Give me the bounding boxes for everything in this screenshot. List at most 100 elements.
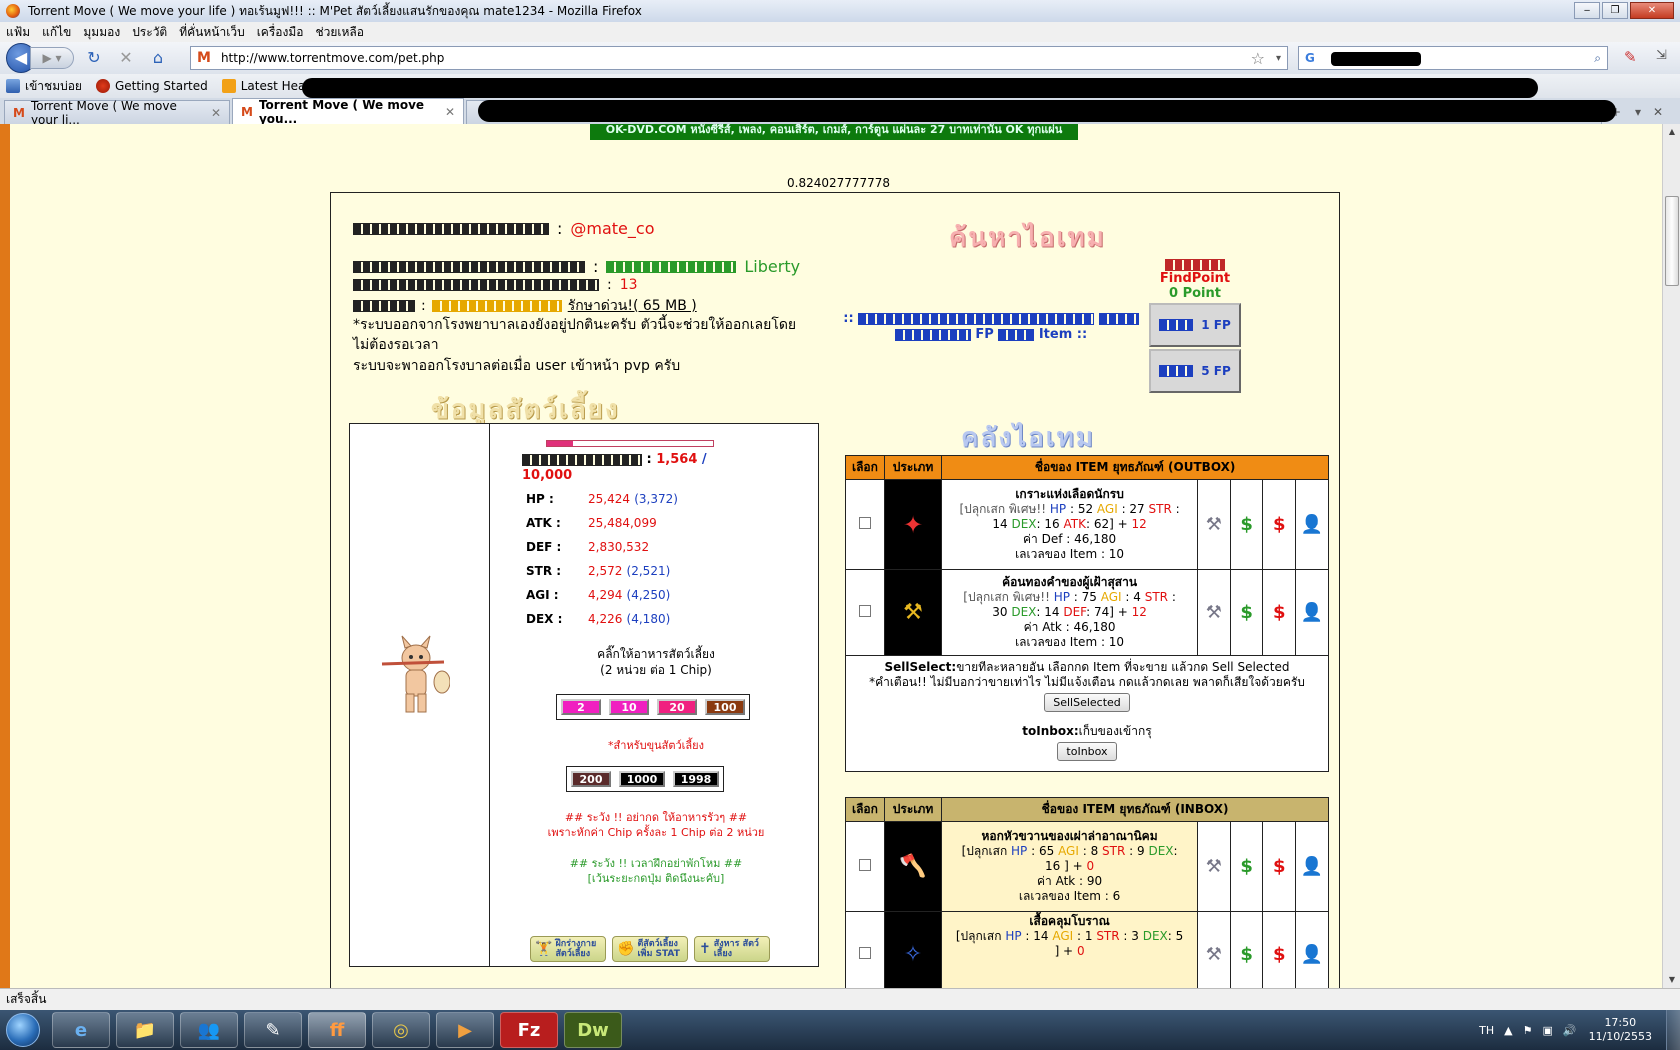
menu-help[interactable]: ช่วยเหลือ	[315, 23, 364, 42]
find-5fp-button[interactable]: 5 FP	[1149, 349, 1241, 393]
feed-1000-button[interactable]: 1000	[619, 771, 665, 787]
clock[interactable]: 17:50 11/10/2553	[1589, 1016, 1652, 1044]
tray-expand-icon[interactable]: ▲	[1504, 1024, 1512, 1037]
menu-view[interactable]: มุมมอง	[83, 23, 120, 42]
minimize-button[interactable]: ‒	[1574, 2, 1600, 19]
user-icon[interactable]: 👤	[1297, 856, 1327, 877]
user-icon[interactable]: 👤	[1297, 514, 1327, 535]
menu-tools[interactable]: เครื่องมือ	[257, 23, 304, 42]
item-checkbox[interactable]	[858, 947, 871, 959]
ad-banner[interactable]: OK-DVD.COM หนังซีรีส์, เพลง, คอนเสิร์ต, …	[590, 124, 1078, 140]
start-button[interactable]	[0, 1010, 46, 1050]
bookmark-getting-started[interactable]: Getting Started	[95, 79, 208, 93]
close-window-button[interactable]: ✕	[1630, 2, 1674, 19]
table-row: 🪓 หอกหัวขวานของเผ่าล่าอาณานิคม [ปลุกเสก …	[845, 821, 1329, 912]
care-link[interactable]: รักษาด่วน!( 65 MB )	[568, 295, 697, 317]
upgrade-icon[interactable]: ⚒	[1199, 856, 1229, 877]
sell-green-icon[interactable]: $	[1232, 602, 1262, 623]
upgrade-icon[interactable]: ⚒	[1199, 514, 1229, 535]
show-desktop-button[interactable]	[1666, 1010, 1680, 1050]
action-center-flag-icon[interactable]: ⚑	[1523, 1024, 1533, 1037]
feed-100-button[interactable]: 100	[705, 699, 745, 715]
item-checkbox[interactable]	[858, 859, 871, 871]
sell-red-icon[interactable]: $	[1264, 944, 1294, 965]
google-icon[interactable]: G	[1305, 51, 1315, 65]
sell-red-icon[interactable]: $	[1264, 856, 1294, 877]
redacted-search-text	[1331, 52, 1421, 66]
item-stat-val: : 27	[1117, 502, 1149, 516]
feed-20-button[interactable]: 20	[657, 699, 697, 715]
kill-pet-button[interactable]: ✝ สังหาร สัตว์เลี้ยง	[694, 936, 770, 962]
to-inbox-button[interactable]: toInbox	[1057, 742, 1117, 761]
menu-edit[interactable]: แก้ไข	[42, 23, 71, 42]
tab-close-icon[interactable]: ✕	[445, 105, 455, 119]
tab-torrentmove-1[interactable]: M Torrent Move ( We move your li... ✕	[4, 99, 230, 127]
sell-green-icon[interactable]: $	[1232, 944, 1262, 965]
sell-green-icon[interactable]: $	[1232, 856, 1262, 877]
item-checkbox[interactable]	[858, 517, 871, 529]
tab-list-button[interactable]: ▾	[1628, 100, 1648, 124]
feed-2-button[interactable]: 2	[561, 699, 601, 715]
vertical-scrollbar[interactable]: ▲ ▼	[1662, 124, 1680, 988]
item-checkbox[interactable]	[858, 605, 871, 617]
tab-close-icon[interactable]: ✕	[211, 106, 221, 120]
find-1fp-button[interactable]: 1 FP	[1149, 303, 1241, 347]
window-titlebar: Torrent Move ( We move your life ) ทอเร้…	[0, 0, 1680, 22]
menu-bookmarks[interactable]: ที่คั่นหน้าเว็บ	[179, 23, 244, 42]
feed-200-button[interactable]: 200	[571, 771, 611, 787]
notepad-taskbar-icon[interactable]: ✎	[244, 1012, 302, 1048]
url-dropdown-icon[interactable]: ▾	[1276, 53, 1281, 64]
messenger-taskbar-icon[interactable]: 👥	[180, 1012, 238, 1048]
menu-history[interactable]: ประวัติ	[132, 23, 167, 42]
reload-icon[interactable]: ↻	[82, 46, 106, 70]
warning-line-3: ## ระวัง !! เวลาฝึกอย่าพักโหม ##	[569, 857, 743, 870]
url-bar[interactable]: M http://www.torrentmove.com/pet.php ☆ ▾	[190, 46, 1288, 70]
explorer-taskbar-icon[interactable]: 📁	[116, 1012, 174, 1048]
feed-10-button[interactable]: 10	[609, 699, 649, 715]
addon-icon[interactable]: ✎	[1624, 48, 1637, 66]
bookmark-star-icon[interactable]: ☆	[1251, 49, 1265, 68]
upgrade-icon[interactable]: ⚒	[1199, 602, 1229, 623]
scroll-up-icon[interactable]: ▲	[1663, 124, 1680, 140]
sell-red-icon[interactable]: $	[1264, 514, 1294, 535]
dreamweaver-taskbar-icon[interactable]: Dw	[564, 1012, 622, 1048]
stop-icon[interactable]: ✕	[114, 46, 138, 70]
upgrade-icon[interactable]: ⚒	[1199, 944, 1229, 965]
train-pet-button[interactable]: 🏋 ฝึกร่างกาย สัตว์เลี้ยง	[530, 936, 606, 962]
item-stat-val: : 9	[1125, 844, 1149, 858]
toolbar-overflow-icon[interactable]: ⇲	[1656, 48, 1667, 63]
ie-taskbar-icon[interactable]: e	[52, 1012, 110, 1048]
user-icon[interactable]: 👤	[1297, 602, 1327, 623]
hit-pet-button[interactable]: ✊ ตีสัตว์เลี้ยง เพิ่ม STAT	[612, 936, 688, 962]
filezilla-taskbar-icon[interactable]: Fz	[500, 1012, 558, 1048]
col-type: ประเภท	[883, 455, 943, 480]
search-bar[interactable]: G ⌕	[1298, 46, 1608, 70]
language-indicator[interactable]: TH	[1479, 1024, 1494, 1037]
sell-selected-button[interactable]: SellSelected	[1044, 693, 1130, 712]
user-icon[interactable]: 👤	[1297, 944, 1327, 965]
volume-icon[interactable]: 🔊	[1563, 1024, 1577, 1037]
network-icon[interactable]: ▣	[1542, 1024, 1552, 1037]
firefox-bookmark-icon	[95, 79, 110, 93]
url-text[interactable]: http://www.torrentmove.com/pet.php	[221, 51, 444, 65]
close-tab-button[interactable]: ✕	[1648, 100, 1668, 124]
menu-file[interactable]: แฟ้ม	[6, 23, 30, 42]
tab-torrentmove-2[interactable]: M Torrent Move ( We move you... ✕	[232, 98, 464, 126]
scroll-thumb[interactable]	[1665, 196, 1679, 286]
maximize-button[interactable]: ❐	[1602, 2, 1628, 19]
sell-green-icon[interactable]: $	[1232, 514, 1262, 535]
sell-red-icon[interactable]: $	[1264, 602, 1294, 623]
item-atk: ค่า Atk : 90	[1036, 874, 1103, 888]
search-icon[interactable]: ⌕	[1594, 51, 1601, 66]
forward-button[interactable]: ▶ ▾	[30, 47, 74, 69]
scroll-down-icon[interactable]: ▼	[1663, 972, 1680, 988]
exp-separator: /	[701, 452, 707, 467]
bookmark-most-visited[interactable]: เข้าชมบ่อย	[6, 77, 82, 96]
feed-1998-button[interactable]: 1998	[673, 771, 719, 787]
home-icon[interactable]: ⌂	[146, 46, 170, 70]
sell-select-text: ขายทีละหลายอัน เลือกกด Item ที่จะขาย แล้…	[956, 660, 1290, 674]
chrome-taskbar-icon[interactable]: ◎	[372, 1012, 430, 1048]
media-player-taskbar-icon[interactable]: ▶	[436, 1012, 494, 1048]
firefox-taskbar-icon[interactable]: ff	[308, 1012, 366, 1048]
item-stat-val: : 16	[1036, 517, 1064, 531]
